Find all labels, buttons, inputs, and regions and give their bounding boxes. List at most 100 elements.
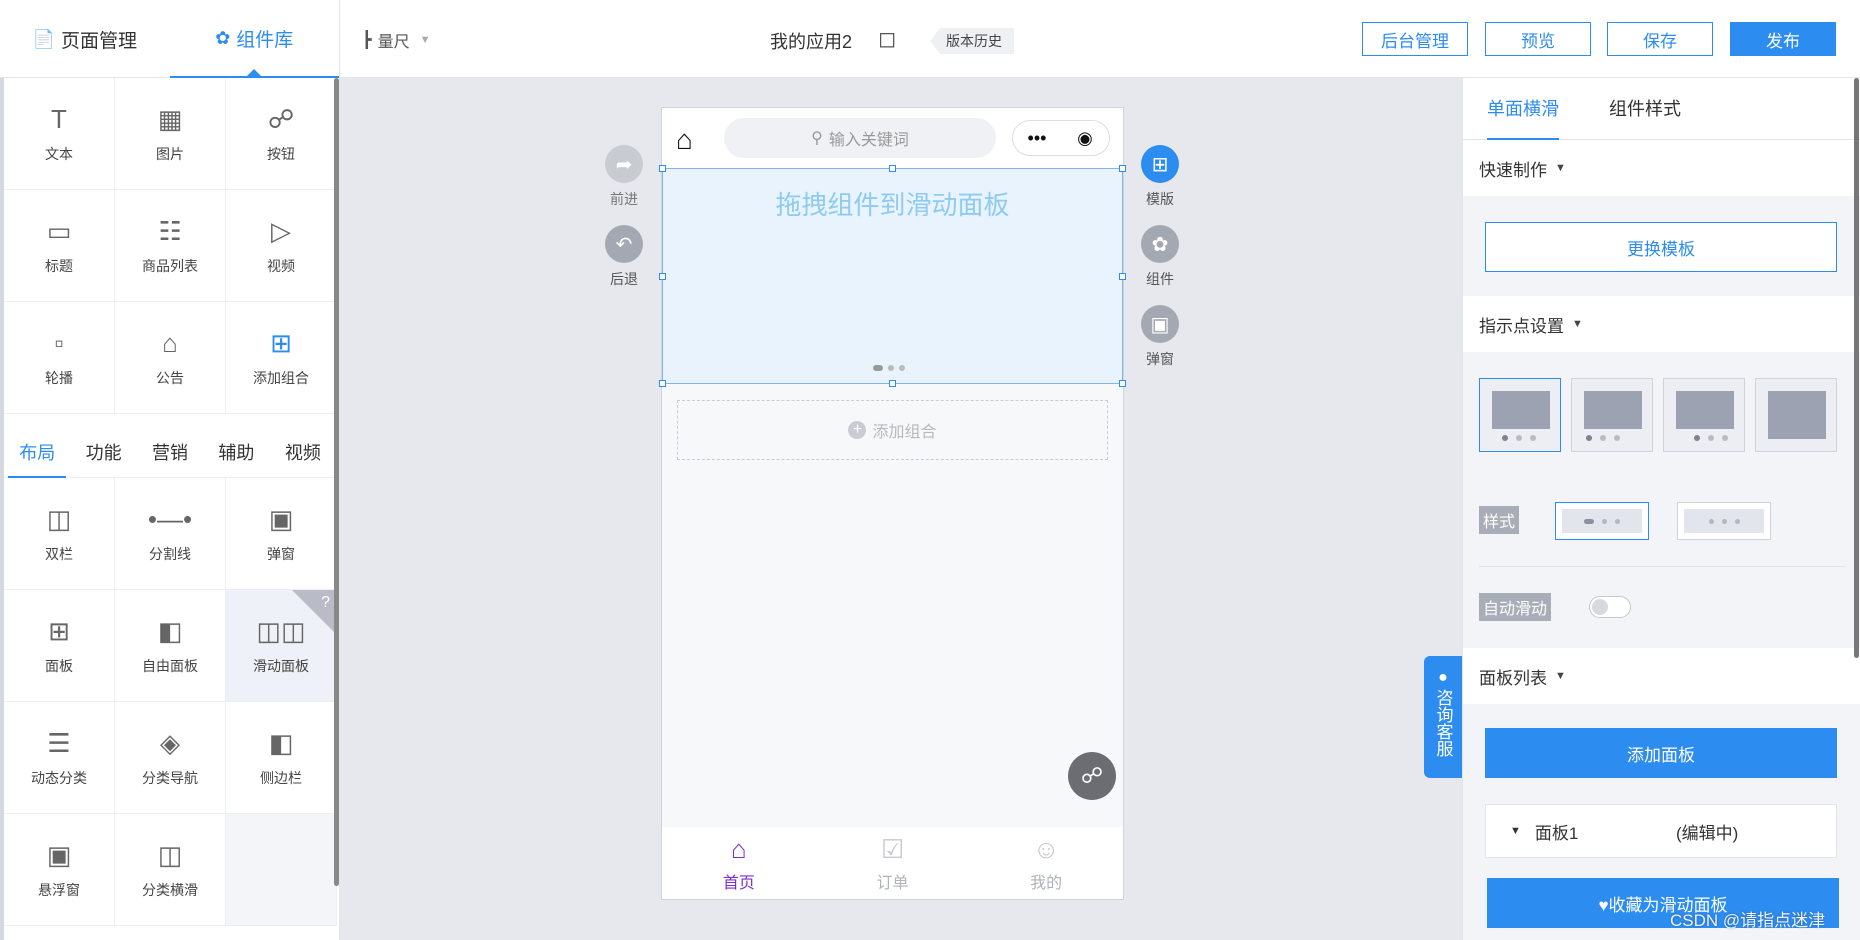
component-dynamic-category[interactable]: ☰ 动态分类 bbox=[4, 702, 115, 814]
help-icon[interactable]: ? bbox=[321, 594, 330, 612]
panel-list-item[interactable]: ▼ 面板1 (编辑中) bbox=[1485, 804, 1837, 858]
component-category-scroll[interactable]: ◫ 分类横滑 bbox=[115, 814, 226, 926]
component-label: 弹窗 bbox=[267, 545, 295, 562]
category-tabs: 布局 功能 营销 辅助 视频 bbox=[4, 426, 336, 478]
quick-make-section[interactable]: 快速制作 ▼ bbox=[1463, 140, 1860, 196]
component-sidebar[interactable]: ◧ 侧边栏 bbox=[226, 702, 337, 814]
resize-handle[interactable] bbox=[659, 273, 666, 280]
resize-handle[interactable] bbox=[659, 165, 666, 172]
theme-shirt-icon[interactable]: ◻ bbox=[878, 26, 896, 52]
title-icon: ▭ bbox=[46, 215, 72, 246]
tab-auxiliary[interactable]: 辅助 bbox=[203, 426, 269, 477]
version-history-button[interactable]: 版本历史 bbox=[930, 28, 1014, 54]
indicator-style-dots[interactable] bbox=[1677, 502, 1771, 540]
component-slide-panel[interactable]: ? ◫◫ 滑动面板 bbox=[226, 590, 337, 702]
popup-icon: ▣ bbox=[268, 503, 294, 534]
tab-video[interactable]: 视频 bbox=[270, 426, 336, 477]
more-icon[interactable]: ••• bbox=[1013, 128, 1061, 149]
slide-panel-dropzone[interactable]: 拖拽组件到滑动面板 bbox=[659, 165, 1126, 387]
save-button[interactable]: 保存 bbox=[1607, 22, 1713, 56]
add-group-dropzone[interactable]: + 添加组合 bbox=[677, 400, 1108, 460]
tab-function[interactable]: 功能 bbox=[70, 426, 136, 477]
right-scrollbar[interactable] bbox=[1854, 78, 1859, 658]
admin-button[interactable]: 后台管理 bbox=[1362, 22, 1468, 56]
tab-layout[interactable]: 布局 bbox=[4, 426, 70, 478]
popup-icon: ▣ bbox=[1141, 305, 1179, 343]
popup-action[interactable]: ▣ 弹窗 bbox=[1135, 305, 1185, 369]
tab-component-library[interactable]: ✿ 组件库 bbox=[169, 0, 339, 78]
search-placeholder: 输入关键词 bbox=[828, 132, 909, 149]
component-free-panel[interactable]: ◧ 自由面板 bbox=[115, 590, 226, 702]
template-action[interactable]: ⊞ 模版 bbox=[1135, 145, 1185, 209]
ruler-dropdown[interactable]: ┣ 量尺 ▼ bbox=[362, 28, 431, 52]
tab-single-scroll[interactable]: 单面横滑 bbox=[1487, 78, 1559, 140]
forward-action[interactable]: ➦ 前进 bbox=[599, 145, 649, 209]
component-popup[interactable]: ▣ 弹窗 bbox=[226, 478, 337, 590]
indicator-settings-section[interactable]: 指示点设置 ▼ bbox=[1463, 296, 1860, 352]
home-icon[interactable]: ⌂ bbox=[676, 124, 693, 156]
indicator-option-none[interactable] bbox=[1755, 378, 1837, 452]
component-image[interactable]: ▦ 图片 bbox=[115, 78, 226, 190]
component-label: 轮播 bbox=[45, 369, 73, 386]
consult-support-tab[interactable]: ● 咨询客服 bbox=[1424, 656, 1462, 778]
left-scrollbar[interactable] bbox=[334, 78, 339, 886]
caret-down-icon: ▼ bbox=[1572, 318, 1583, 330]
resize-handle[interactable] bbox=[1119, 273, 1126, 280]
product-list-icon: ☷ bbox=[158, 215, 182, 246]
add-group-icon: ⊞ bbox=[270, 327, 292, 358]
indicator-option-left[interactable] bbox=[1479, 378, 1561, 452]
component-carousel[interactable]: ▫ 轮播 bbox=[4, 302, 115, 414]
tab-component-style[interactable]: 组件样式 bbox=[1609, 78, 1681, 140]
float-window-icon: ▣ bbox=[46, 839, 72, 870]
mini-program-capsule: ••• ◉ bbox=[1012, 120, 1110, 156]
component-text[interactable]: T 文本 bbox=[4, 78, 115, 190]
tabbar-home[interactable]: ⌂ 首页 bbox=[662, 827, 816, 899]
free-panel-icon: ◧ bbox=[157, 615, 183, 646]
resize-handle[interactable] bbox=[659, 380, 666, 387]
preview-button[interactable]: 预览 bbox=[1485, 22, 1591, 56]
caret-down-icon: ▼ bbox=[1510, 825, 1521, 837]
component-panel[interactable]: ⊞ 面板 bbox=[4, 590, 115, 702]
component-notice[interactable]: ⌂ 公告 bbox=[115, 302, 226, 414]
component-label: 图片 bbox=[156, 145, 184, 162]
add-panel-button[interactable]: 添加面板 bbox=[1485, 728, 1837, 778]
component-title[interactable]: ▭ 标题 bbox=[4, 190, 115, 302]
resize-handle[interactable] bbox=[889, 165, 896, 172]
component-float-window[interactable]: ▣ 悬浮窗 bbox=[4, 814, 115, 926]
publish-button[interactable]: 发布 bbox=[1730, 22, 1836, 56]
puzzle-icon: ✿ bbox=[215, 27, 231, 48]
component-category-nav[interactable]: ◈ 分类导航 bbox=[115, 702, 226, 814]
component-button[interactable]: ☍ 按钮 bbox=[226, 78, 337, 190]
resize-handle[interactable] bbox=[889, 380, 896, 387]
component-divider[interactable]: •—• 分割线 bbox=[115, 478, 226, 590]
component-two-column[interactable]: ◫ 双栏 bbox=[4, 478, 115, 590]
sidebar-icon: ◧ bbox=[268, 727, 294, 758]
component-action[interactable]: ✿ 组件 bbox=[1135, 225, 1185, 289]
dropzone-hint: 拖拽组件到滑动面板 bbox=[775, 190, 1010, 220]
headset-icon[interactable]: ☍ bbox=[1068, 752, 1116, 800]
indicator-option-left-outside[interactable] bbox=[1571, 378, 1653, 452]
indicator-style-bar[interactable] bbox=[1555, 502, 1649, 540]
panel-list-section[interactable]: 面板列表 ▼ bbox=[1463, 648, 1860, 704]
component-label: 公告 bbox=[156, 369, 184, 386]
resize-handle[interactable] bbox=[1119, 165, 1126, 172]
tabbar-profile[interactable]: ☺ 我的 bbox=[969, 827, 1123, 899]
component-label: 添加组合 bbox=[253, 369, 309, 386]
tab-marketing[interactable]: 营销 bbox=[137, 426, 203, 477]
autoplay-toggle[interactable] bbox=[1589, 596, 1631, 618]
resize-handle[interactable] bbox=[1119, 380, 1126, 387]
close-target-icon[interactable]: ◉ bbox=[1061, 128, 1109, 149]
back-action[interactable]: ↶ 后退 bbox=[599, 225, 649, 289]
component-icon: ✿ bbox=[1141, 225, 1179, 263]
indicator-option-center[interactable] bbox=[1663, 378, 1745, 452]
search-bar[interactable]: ⚲ 输入关键词 bbox=[724, 118, 996, 158]
action-label: 前进 bbox=[610, 191, 638, 207]
tab-page-management[interactable]: 📄 页面管理 bbox=[0, 0, 170, 78]
tabbar-orders[interactable]: ☑ 订单 bbox=[816, 827, 970, 899]
change-template-button[interactable]: 更换模板 bbox=[1485, 222, 1837, 272]
component-label: 侧边栏 bbox=[260, 769, 302, 786]
indicator-position-options bbox=[1479, 378, 1837, 452]
component-product-list[interactable]: ☷ 商品列表 bbox=[115, 190, 226, 302]
component-video[interactable]: ▷ 视频 bbox=[226, 190, 337, 302]
component-add-group[interactable]: ⊞ 添加组合 bbox=[226, 302, 337, 414]
